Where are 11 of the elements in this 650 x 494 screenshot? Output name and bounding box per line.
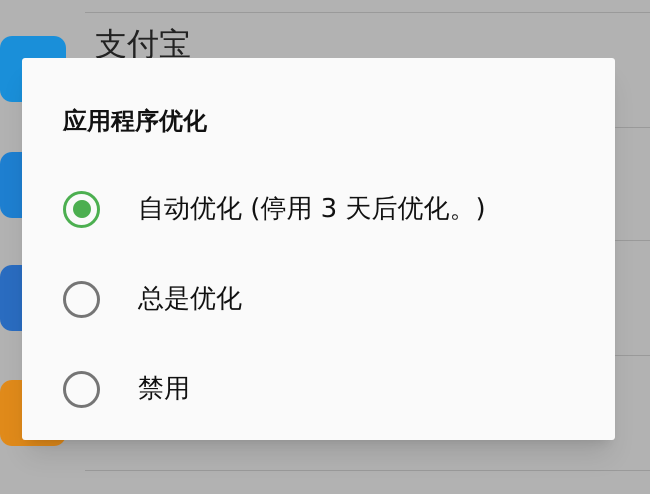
radio-option[interactable]: 禁用: [63, 344, 190, 434]
radio-option[interactable]: 总是优化: [63, 254, 242, 344]
option-label: 总是优化: [138, 286, 242, 312]
option-label: 自动优化 (停用 3 天后优化。): [138, 196, 486, 222]
radio-option[interactable]: 自动优化 (停用 3 天后优化。): [63, 164, 486, 254]
radio-button[interactable]: [63, 370, 100, 408]
radio-button[interactable]: [63, 280, 100, 318]
radio-button[interactable]: [63, 190, 100, 228]
option-label: 禁用: [138, 376, 190, 402]
app-name: 支付宝: [95, 28, 191, 60]
dialog-title: 应用程序优化: [63, 106, 207, 137]
